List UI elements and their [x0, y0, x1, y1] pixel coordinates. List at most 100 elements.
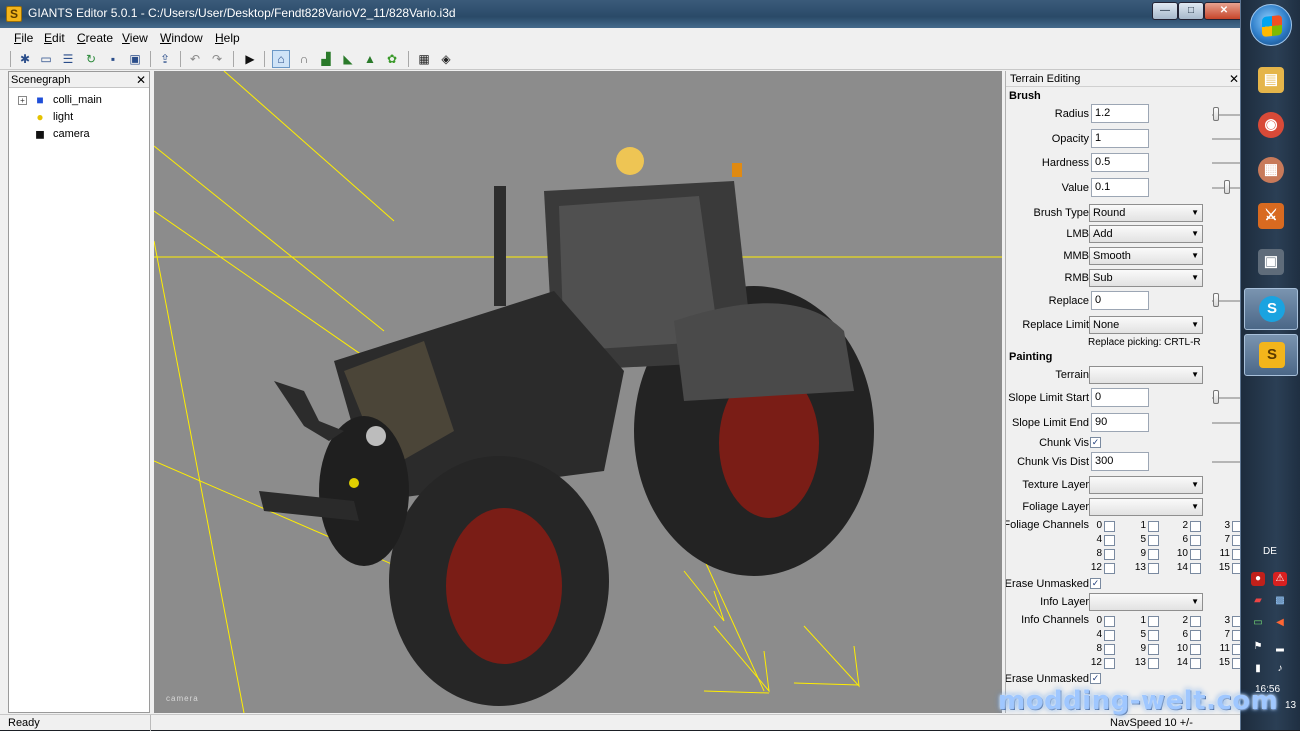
channel-checkbox[interactable] [1104, 549, 1115, 560]
menu-window[interactable]: Window [160, 31, 203, 45]
value-input[interactable]: 0.1 [1091, 178, 1149, 197]
minimize-button[interactable]: — [1152, 2, 1178, 20]
radius-slider-thumb[interactable] [1213, 107, 1219, 121]
magnet-icon[interactable]: ∩ [295, 50, 313, 68]
slope-limit-end-input[interactable]: 90 [1091, 413, 1149, 432]
render-icon[interactable]: ▦ [415, 50, 433, 68]
channel-checkbox[interactable] [1190, 630, 1201, 641]
rmb-select[interactable]: Sub ▼ [1089, 269, 1203, 287]
opacity-input[interactable]: 1 [1091, 129, 1149, 148]
maximize-button[interactable]: □ [1178, 2, 1204, 20]
language-indicator[interactable]: DE [1263, 546, 1277, 557]
menu-edit[interactable]: Edit [44, 31, 65, 45]
channel-checkbox[interactable] [1190, 535, 1201, 546]
3d-viewport[interactable]: camera [154, 71, 1002, 713]
lmb-select[interactable]: Add ▼ [1089, 225, 1203, 243]
import-icon[interactable]: ⇪ [156, 50, 174, 68]
channel-checkbox[interactable] [1104, 616, 1115, 627]
grass-icon[interactable]: ✿ [383, 50, 401, 68]
channel-checkbox[interactable] [1190, 521, 1201, 532]
taskbar-app-explorer[interactable]: ▤ [1244, 60, 1298, 102]
menu-file[interactable]: File [14, 31, 33, 45]
redo-icon[interactable]: ↷ [208, 50, 226, 68]
expand-icon[interactable]: + [18, 96, 27, 105]
channel-checkbox[interactable] [1148, 616, 1159, 627]
channel-checkbox[interactable] [1104, 563, 1115, 574]
slope-limit-start-thumb[interactable] [1213, 390, 1219, 404]
close-icon[interactable]: ✕ [136, 72, 146, 88]
replace-limit-select[interactable]: None ▼ [1089, 316, 1203, 334]
channel-checkbox[interactable] [1148, 644, 1159, 655]
chunk-vis-checkbox[interactable]: ✓ [1090, 437, 1101, 448]
close-button[interactable]: ✕ [1204, 2, 1244, 20]
terrain-sculpt-icon[interactable]: ▟ [317, 50, 335, 68]
channel-checkbox[interactable] [1148, 535, 1159, 546]
channel-checkbox[interactable] [1148, 549, 1159, 560]
open-icon[interactable]: ▭ [37, 50, 55, 68]
signal-icon[interactable]: ▂ [1273, 640, 1287, 654]
brush-type-select[interactable]: Round ▼ [1089, 204, 1203, 222]
replace-slider-thumb[interactable] [1213, 293, 1219, 307]
volume-icon[interactable]: ♪ [1273, 662, 1287, 676]
value-slider-thumb[interactable] [1224, 180, 1230, 194]
channel-checkbox[interactable] [1104, 644, 1115, 655]
channel-checkbox[interactable] [1190, 644, 1201, 655]
taskbar-app-game[interactable]: ⚔ [1244, 196, 1298, 238]
usb-icon[interactable]: ▰ [1251, 594, 1265, 608]
channel-checkbox[interactable] [1104, 535, 1115, 546]
antivirus-icon[interactable]: ⚠ [1273, 572, 1287, 586]
texture-layer-select[interactable]: ▼ [1089, 476, 1203, 494]
chunk-vis-dist-input[interactable]: 300 [1091, 452, 1149, 471]
taskbar-app-chrome[interactable]: ◉ [1244, 105, 1298, 147]
erase-unmasked-checkbox[interactable]: ✓ [1090, 673, 1101, 684]
battery-icon[interactable]: ▮ [1251, 662, 1265, 676]
network-device-icon[interactable]: ▩ [1273, 594, 1287, 608]
channel-checkbox[interactable] [1190, 658, 1201, 669]
refresh-icon[interactable]: ↻ [82, 50, 100, 68]
erase-unmasked-checkbox[interactable]: ✓ [1090, 578, 1101, 589]
channel-checkbox[interactable] [1190, 549, 1201, 560]
channel-checkbox[interactable] [1148, 658, 1159, 669]
menu-create[interactable]: Create [77, 31, 113, 45]
foliage-layer-select[interactable]: ▼ [1089, 498, 1203, 516]
channel-checkbox[interactable] [1148, 630, 1159, 641]
mmb-select[interactable]: Smooth ▼ [1089, 247, 1203, 265]
channel-checkbox[interactable] [1148, 521, 1159, 532]
taskbar-app-giants-editor[interactable]: S [1244, 334, 1298, 376]
start-button[interactable] [1250, 4, 1292, 46]
radius-input[interactable]: 1.2 [1091, 104, 1149, 123]
menu-view[interactable]: View [122, 31, 148, 45]
taskbar-app-truck[interactable]: ▣ [1244, 242, 1298, 284]
save-icon[interactable]: ▪ [104, 50, 122, 68]
flag-icon[interactable]: ⚑ [1251, 640, 1265, 654]
channel-checkbox[interactable] [1104, 658, 1115, 669]
channel-checkbox[interactable] [1190, 616, 1201, 627]
menu-help[interactable]: Help [215, 31, 240, 45]
tree-node-camera[interactable]: ◼ camera [9, 126, 149, 142]
slope-limit-end-slider[interactable] [1212, 422, 1242, 424]
hardness-slider[interactable] [1212, 162, 1242, 164]
terrain-paint-icon[interactable]: ◣ [339, 50, 357, 68]
slope-limit-start-input[interactable]: 0 [1091, 388, 1149, 407]
title-bar[interactable]: S GIANTS Editor 5.0.1 - C:/Users/User/De… [0, 0, 1244, 28]
taskbar-app-skype[interactable]: S [1244, 288, 1298, 330]
close-icon[interactable]: ✕ [1229, 71, 1239, 87]
monitor-icon[interactable]: ▭ [1251, 616, 1265, 630]
home-icon[interactable]: ⌂ [272, 50, 290, 68]
taskbar-app-calendar[interactable]: ▦ [1244, 150, 1298, 192]
opacity-slider[interactable] [1212, 138, 1242, 140]
terrain-select[interactable]: ▼ [1089, 366, 1203, 384]
hardness-input[interactable]: 0.5 [1091, 153, 1149, 172]
record-icon[interactable]: ● [1251, 572, 1265, 586]
channel-checkbox[interactable] [1190, 563, 1201, 574]
undo-icon[interactable]: ↶ [186, 50, 204, 68]
chunk-vis-dist-slider[interactable] [1212, 461, 1242, 463]
render-settings-icon[interactable]: ◈ [437, 50, 455, 68]
tree-node-colli-main[interactable]: + ■ colli_main [9, 92, 149, 108]
alert-icon[interactable]: ◀ [1273, 616, 1287, 630]
channel-checkbox[interactable] [1104, 521, 1115, 532]
new-icon[interactable]: ✱ [16, 50, 34, 68]
play-icon[interactable]: ▶ [241, 50, 259, 68]
terrain-foliage-icon[interactable]: ▲ [361, 50, 379, 68]
save-all-icon[interactable]: ▣ [126, 50, 144, 68]
